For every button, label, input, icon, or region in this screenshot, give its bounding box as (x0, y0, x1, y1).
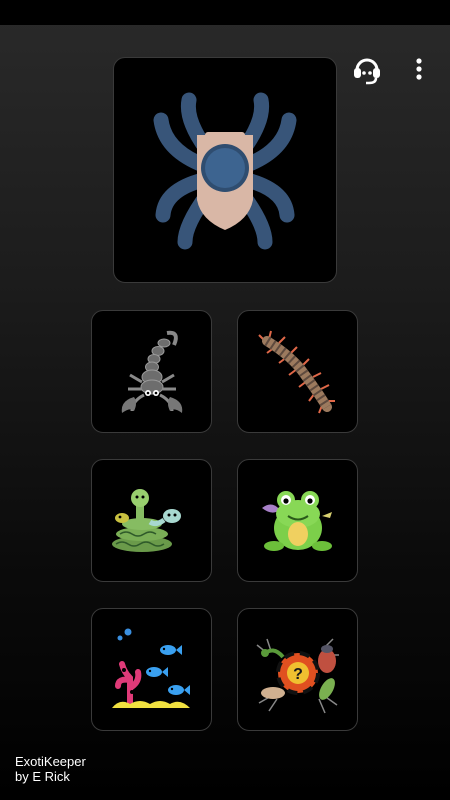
frog-icon (261, 490, 332, 551)
centipede-tile[interactable] (237, 310, 358, 433)
support-button[interactable] (350, 52, 384, 86)
tarantula-tile[interactable] (113, 57, 337, 283)
toolbar-actions (350, 52, 436, 86)
app-credits: ExotiKeeper by E Rick (15, 754, 86, 784)
tarantula-icon (153, 92, 297, 250)
reptile-tile[interactable] (91, 459, 212, 582)
scorpion-tile[interactable] (91, 310, 212, 433)
aquatic-tile[interactable] (91, 608, 212, 731)
headset-icon (354, 58, 380, 85)
app-name: ExotiKeeper (15, 754, 86, 769)
svg-text:?: ? (293, 666, 303, 683)
app-author: by E Rick (15, 769, 70, 784)
scorpion-icon (121, 330, 182, 413)
fish-coral-icon (111, 628, 190, 708)
other-invertebrates-tile[interactable]: ? (237, 608, 358, 731)
overflow-menu-button[interactable] (402, 52, 436, 86)
more-vert-icon (416, 58, 422, 80)
centipede-icon (257, 330, 335, 413)
status-bar (0, 0, 450, 25)
snake-lizard-icon (111, 488, 181, 552)
amphibian-tile[interactable] (237, 459, 358, 582)
insects-question-icon: ? (256, 637, 339, 713)
